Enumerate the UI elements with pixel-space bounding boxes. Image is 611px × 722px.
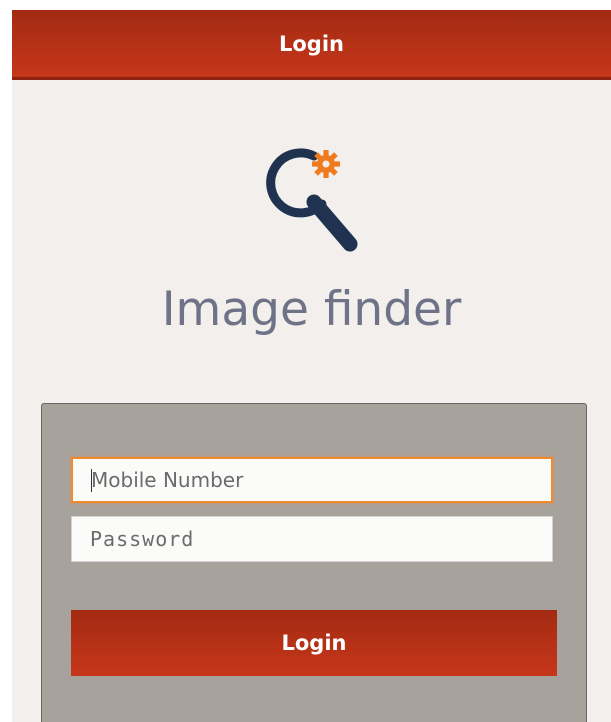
login-button[interactable]: Login: [71, 610, 557, 676]
password-input[interactable]: [71, 516, 553, 562]
title-bar: Login: [12, 10, 611, 80]
text-cursor: [91, 469, 92, 492]
mobile-number-input[interactable]: [71, 457, 553, 503]
app-screen: Login Image finder Mobile Number Login: [12, 10, 611, 722]
logo: [12, 140, 611, 260]
page-title: Login: [279, 31, 344, 56]
magnifier-gear-icon: [265, 148, 357, 252]
login-form: Login: [41, 403, 587, 722]
app-name: Image finder: [161, 282, 462, 337]
